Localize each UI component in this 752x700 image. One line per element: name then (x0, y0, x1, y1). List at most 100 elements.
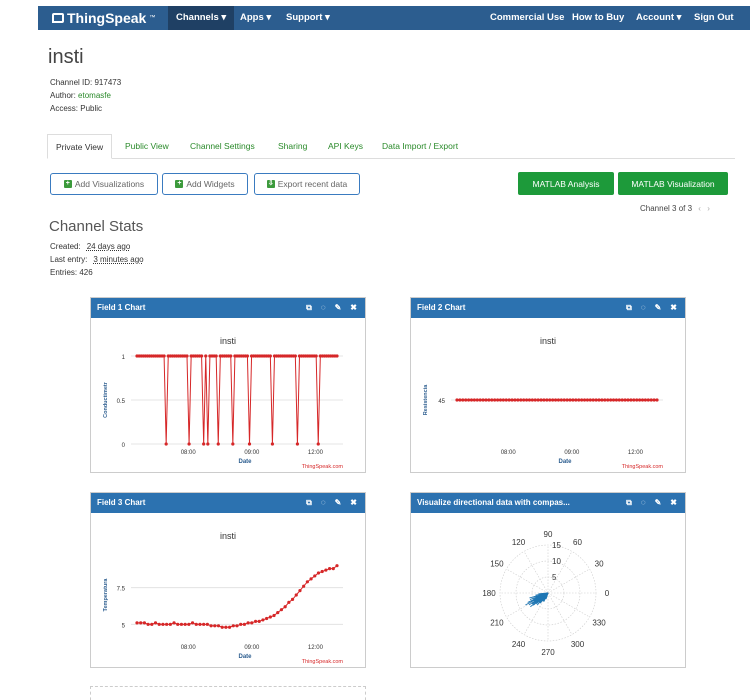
radial-tick-label: 5 (552, 573, 557, 582)
data-point (551, 398, 555, 402)
close-icon[interactable]: ✖ (670, 493, 677, 513)
comment-icon[interactable]: ◌ (641, 493, 646, 513)
channel-pager: Channel 3 of 3 ‹ › (640, 204, 710, 213)
data-point (185, 354, 189, 358)
comment-icon[interactable]: ◌ (641, 298, 646, 318)
x-tick-label: 09:00 (564, 450, 580, 456)
data-point (519, 398, 523, 402)
data-point (316, 442, 320, 446)
external-link-icon[interactable]: ⧉ (306, 493, 312, 513)
data-point (231, 624, 235, 628)
data-point (265, 616, 269, 621)
y-axis-label: Conductimetr (103, 381, 109, 418)
y-tick-label: 5 (122, 623, 126, 629)
matlab-analysis-button[interactable]: MATLAB Analysis (518, 172, 614, 195)
add-visualizations-button[interactable]: + Add Visualizations (50, 173, 158, 195)
angle-tick-label: 330 (592, 619, 606, 628)
widget-header: Field 2 Chart ⧉ ◌ ✎ ✖ (411, 298, 685, 318)
external-link-icon[interactable]: ⧉ (626, 493, 632, 513)
close-icon[interactable]: ✖ (350, 493, 357, 513)
data-point (623, 398, 627, 402)
chevron-right-icon[interactable]: › (707, 204, 710, 213)
data-point (157, 622, 161, 626)
data-point (568, 398, 572, 402)
angle-tick-label: 210 (490, 619, 504, 628)
stat-last-entry-label: Last entry: (50, 255, 88, 264)
matlab-visualization-button[interactable]: MATLAB Visualization (618, 172, 728, 195)
pencil-icon[interactable]: ✎ (655, 298, 662, 318)
nav-account[interactable]: Account ▾ (628, 6, 689, 30)
angle-tick-label: 0 (605, 589, 610, 598)
nav-commercial-use[interactable]: Commercial Use (482, 6, 572, 30)
tab-public-view[interactable]: Public View (125, 134, 169, 159)
nav-channels[interactable]: Channels ▾ (168, 6, 235, 30)
angle-gridline (547, 592, 590, 618)
x-tick-label: 12:00 (628, 450, 644, 456)
comment-icon[interactable]: ◌ (321, 493, 326, 513)
author-label: Author: (50, 91, 76, 100)
tab-channel-settings[interactable]: Channel Settings (190, 134, 255, 159)
close-icon[interactable]: ✖ (670, 298, 677, 318)
data-point (287, 600, 291, 604)
plus-icon: + (63, 180, 72, 188)
widget-header: Field 1 Chart ⧉ ◌ ✎ ✖ (91, 298, 365, 318)
tab-api-keys[interactable]: API Keys (328, 134, 363, 159)
add-widgets-button[interactable]: + Add Widgets (162, 173, 248, 195)
radial-tick-label: 15 (552, 541, 561, 550)
radial-tick-label: 10 (552, 557, 561, 566)
x-tick-label: 08:00 (181, 450, 197, 456)
data-point (305, 580, 309, 584)
data-point (524, 398, 529, 402)
data-point (331, 567, 335, 571)
data-point (268, 354, 272, 358)
tab-private-view[interactable]: Private View (47, 134, 113, 159)
nav-apps[interactable]: Apps ▾ (232, 6, 279, 30)
data-point (227, 625, 232, 629)
thingspeak-logo[interactable]: ThingSpeak ™ (52, 6, 155, 30)
export-recent-data-button[interactable]: ⇩ Export recent data (254, 173, 360, 195)
data-point (603, 398, 607, 402)
data-point (545, 398, 549, 402)
data-point (153, 621, 158, 625)
nav-sign-out[interactable]: Sign Out (686, 6, 742, 30)
close-icon[interactable]: ✖ (350, 298, 357, 318)
data-point (510, 398, 514, 402)
comment-icon[interactable]: ◌ (321, 298, 326, 318)
data-point (461, 398, 465, 402)
pencil-icon[interactable]: ✎ (335, 298, 342, 318)
data-point (190, 621, 195, 625)
pencil-icon[interactable]: ✎ (335, 493, 342, 513)
data-point (235, 624, 239, 628)
chevron-left-icon[interactable]: ‹ (698, 204, 701, 213)
stat-entries: Entries: 426 (50, 268, 93, 277)
data-point (293, 354, 297, 358)
data-point (199, 354, 204, 358)
widget-header: Visualize directional data with compas..… (411, 493, 685, 513)
stat-created-label: Created: (50, 242, 81, 251)
nav-support[interactable]: Support ▾ (278, 6, 338, 30)
data-point (276, 611, 280, 615)
field-2-chart-widget: Field 2 Chart ⧉ ◌ ✎ ✖ insti 45 08:00 09:00 1… (410, 297, 686, 473)
data-point (565, 398, 569, 402)
tab-sharing[interactable]: Sharing (278, 134, 307, 159)
data-point (314, 354, 318, 358)
y-tick-label: 0.5 (117, 399, 126, 405)
author-link[interactable]: etomasfe (78, 91, 111, 100)
data-point (327, 567, 332, 571)
widget-title: Field 1 Chart (97, 303, 146, 312)
external-link-icon[interactable]: ⧉ (306, 298, 312, 318)
x-tick-label: 12:00 (308, 450, 324, 456)
data-point (168, 622, 172, 626)
nav-how-to-buy[interactable]: How to Buy (564, 6, 632, 30)
data-point (484, 398, 488, 402)
pencil-icon[interactable]: ✎ (655, 493, 662, 513)
data-point (626, 398, 630, 402)
tab-data-import-export[interactable]: Data Import / Export (382, 134, 458, 159)
data-point (187, 442, 191, 446)
external-link-icon[interactable]: ⧉ (626, 298, 632, 318)
data-point (142, 621, 147, 625)
series-line (137, 565, 338, 628)
data-point (202, 622, 206, 626)
data-point (261, 618, 265, 622)
data-point (620, 398, 624, 402)
